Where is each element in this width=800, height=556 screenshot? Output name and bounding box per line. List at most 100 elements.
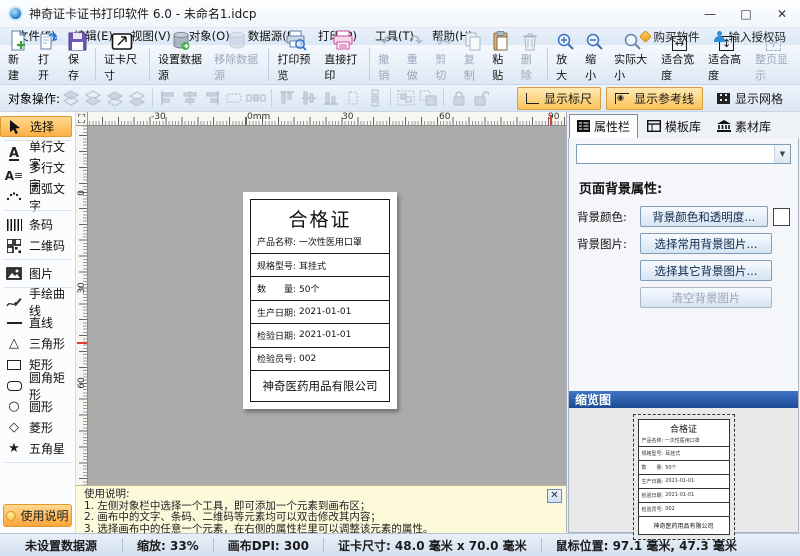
show-ruler-toggle[interactable]: 显示标尺 bbox=[517, 87, 601, 110]
same-height-icon bbox=[343, 89, 363, 107]
design-canvas[interactable]: 合格证 产品名称: 一次性医用口罩 规格型号: 耳挂式 数 量: bbox=[88, 126, 566, 485]
tool-circle[interactable]: ○ 圆形 bbox=[0, 396, 75, 417]
tips-close-button[interactable]: ✕ bbox=[547, 489, 562, 503]
remove-datasource-button: 移除数据源 bbox=[209, 46, 265, 84]
mouse-x-indicator bbox=[550, 115, 552, 125]
tab-templates[interactable]: 模板库 bbox=[640, 115, 708, 138]
set-datasource-button[interactable]: 设置数据源 bbox=[153, 46, 209, 84]
card-field-product: 产品名称: 一次性医用口罩 bbox=[257, 235, 383, 248]
open-button[interactable]: 打开 bbox=[33, 46, 63, 84]
database-disabled-icon bbox=[227, 31, 247, 51]
ruler-corner bbox=[76, 112, 88, 126]
main-toolbar: 新建 打开 保存 证卡尺寸 设置数据源 移除数据源 打印预览 直接打印 ↶ 撤销… bbox=[0, 45, 800, 85]
new-document-icon bbox=[8, 30, 28, 51]
card-field-spec[interactable]: 规格型号: 耳挂式 bbox=[251, 254, 389, 277]
single-text-icon: A bbox=[4, 148, 24, 161]
usage-tips-box: 使用说明: 1. 左侧对象栏中选择一个工具，即可添加一个元素到画布区； 2. 画… bbox=[76, 485, 566, 533]
minimize-button[interactable]: — bbox=[692, 0, 728, 28]
copy-button: 复制 bbox=[459, 46, 487, 84]
tips-line: 2. 画布中的文字、条码、二维码等元素均可以双击修改其内容； bbox=[84, 512, 558, 524]
bg-color-swatch[interactable] bbox=[773, 208, 790, 226]
maximize-button[interactable]: □ bbox=[728, 0, 764, 28]
direct-print-button[interactable]: 直接打印 bbox=[319, 46, 366, 84]
status-dpi: 画布DPI: 300 bbox=[214, 537, 323, 554]
card-field-inspection-date[interactable]: 检验日期: 2021-01-01 bbox=[251, 324, 389, 347]
status-card-size: 证卡尺寸: 48.0 毫米 x 70.0 毫米 bbox=[324, 537, 541, 554]
fit-width-icon: ↔ bbox=[672, 36, 687, 51]
bg-image-common-button[interactable]: 选择常用背景图片... bbox=[640, 233, 772, 254]
zoom-in-button[interactable]: 放大 bbox=[551, 46, 580, 84]
tool-barcode[interactable]: 条码 bbox=[0, 214, 75, 235]
tab-properties[interactable]: 属性栏 bbox=[569, 114, 638, 139]
thumbnail-selection[interactable]: 合格证 产品名称: 一次性医用口罩 规格型号:耳挂式 数 量:50个 生产日期:… bbox=[633, 414, 735, 540]
card-company[interactable]: 神奇医药用品有限公司 bbox=[251, 371, 389, 401]
toolbar-divider bbox=[149, 48, 150, 81]
divider bbox=[152, 89, 153, 107]
card-title[interactable]: 合格证 bbox=[257, 205, 383, 232]
redo-button: ↷ 重做 bbox=[402, 46, 430, 84]
card-header-cell[interactable]: 合格证 产品名称: 一次性医用口罩 bbox=[251, 200, 389, 254]
thumbnail-card: 合格证 产品名称: 一次性医用口罩 规格型号:耳挂式 数 量:50个 生产日期:… bbox=[638, 419, 730, 535]
actual-size-button[interactable]: 实际大小 bbox=[609, 46, 656, 84]
cursor-icon bbox=[5, 120, 25, 134]
card-size-button[interactable]: 证卡尺寸 bbox=[99, 46, 146, 84]
tool-image[interactable]: 图片 bbox=[0, 263, 75, 284]
align-center-h-icon bbox=[180, 89, 200, 107]
tips-title: 使用说明: bbox=[84, 489, 558, 501]
show-guides-toggle[interactable]: 显示参考线 bbox=[606, 87, 703, 110]
fit-height-button[interactable]: ↕ 适合高度 bbox=[703, 46, 750, 84]
tool-diamond[interactable]: ◇ 菱形 bbox=[0, 417, 75, 438]
paste-button[interactable]: 粘贴 bbox=[487, 46, 515, 84]
tool-triangle[interactable]: △ 三角形 bbox=[0, 333, 75, 354]
bg-color-button[interactable]: 背景颜色和透明度... bbox=[640, 206, 768, 227]
buy-software-link[interactable]: 购买软件 bbox=[641, 29, 700, 45]
copy-icon bbox=[464, 32, 482, 51]
tool-arc-text[interactable]: 圆弧文字 bbox=[0, 186, 75, 207]
tab-materials[interactable]: 素材库 bbox=[710, 115, 778, 138]
tool-rounded-rectangle[interactable]: 圆角矩形 bbox=[0, 375, 75, 396]
help-button[interactable]: 使用说明 bbox=[3, 504, 72, 527]
tool-qrcode[interactable]: 二维码 bbox=[0, 235, 75, 256]
tool-line[interactable]: 直线 bbox=[0, 312, 75, 333]
delete-button: 删除 bbox=[516, 46, 544, 84]
new-button[interactable]: 新建 bbox=[3, 46, 33, 84]
ruler-label: 0 bbox=[77, 187, 87, 199]
card-field-production-date[interactable]: 生产日期: 2021-01-01 bbox=[251, 301, 389, 324]
mouse-y-indicator bbox=[77, 342, 87, 344]
tool-select[interactable]: 选择 bbox=[0, 116, 72, 137]
star-icon: ★ bbox=[4, 441, 24, 456]
bg-image-other-button[interactable]: 选择其它背景图片... bbox=[640, 260, 772, 281]
certificate-card[interactable]: 合格证 产品名称: 一次性医用口罩 规格型号: 耳挂式 数 量: bbox=[243, 192, 397, 409]
toolbar-divider bbox=[95, 48, 96, 81]
object-operations-label: 对象操作: bbox=[8, 90, 60, 107]
full-page-icon: ✛ bbox=[766, 36, 781, 51]
pen-icon bbox=[4, 295, 24, 308]
close-button[interactable]: ✕ bbox=[764, 0, 800, 28]
chevron-down-icon[interactable]: ▼ bbox=[774, 145, 790, 163]
show-grid-toggle[interactable]: 显示网格 bbox=[708, 87, 792, 110]
distribute-v-icon bbox=[365, 89, 385, 107]
card-field-inspector-no[interactable]: 检验员号: 002 bbox=[251, 348, 389, 371]
tool-freehand-curve[interactable]: 手绘曲线 bbox=[0, 291, 75, 312]
card-field-quantity[interactable]: 数 量: 50个 bbox=[251, 277, 389, 300]
print-preview-button[interactable]: 打印预览 bbox=[272, 46, 319, 84]
object-selector-dropdown[interactable]: ▼ bbox=[576, 144, 791, 164]
database-icon bbox=[171, 31, 191, 51]
image-icon bbox=[4, 267, 24, 280]
bg-image-clear-button: 清空背景图片 bbox=[640, 287, 772, 308]
undo-button: ↶ 撤销 bbox=[373, 46, 401, 84]
move-up-icon bbox=[105, 89, 125, 107]
ruler-label: 30 bbox=[342, 112, 353, 122]
thumbnail-header: 缩览图 bbox=[569, 391, 798, 408]
barcode-icon bbox=[4, 219, 24, 231]
zoom-out-button[interactable]: 缩小 bbox=[580, 46, 609, 84]
grid-icon bbox=[717, 93, 730, 104]
rounded-rectangle-icon bbox=[4, 381, 24, 391]
thumbnail-area: 合格证 产品名称: 一次性医用口罩 规格型号:耳挂式 数 量:50个 生产日期:… bbox=[569, 408, 798, 532]
zoom-out-icon bbox=[585, 32, 604, 51]
fit-width-button[interactable]: ↔ 适合宽度 bbox=[656, 46, 703, 84]
tool-star[interactable]: ★ 五角星 bbox=[0, 438, 75, 459]
save-button[interactable]: 保存 bbox=[63, 46, 92, 84]
properties-panel: 属性栏 模板库 素材库 ▼ 页面背景属性: 背景颜色: 背景颜色和透明度... bbox=[566, 112, 800, 533]
divider bbox=[4, 210, 71, 211]
